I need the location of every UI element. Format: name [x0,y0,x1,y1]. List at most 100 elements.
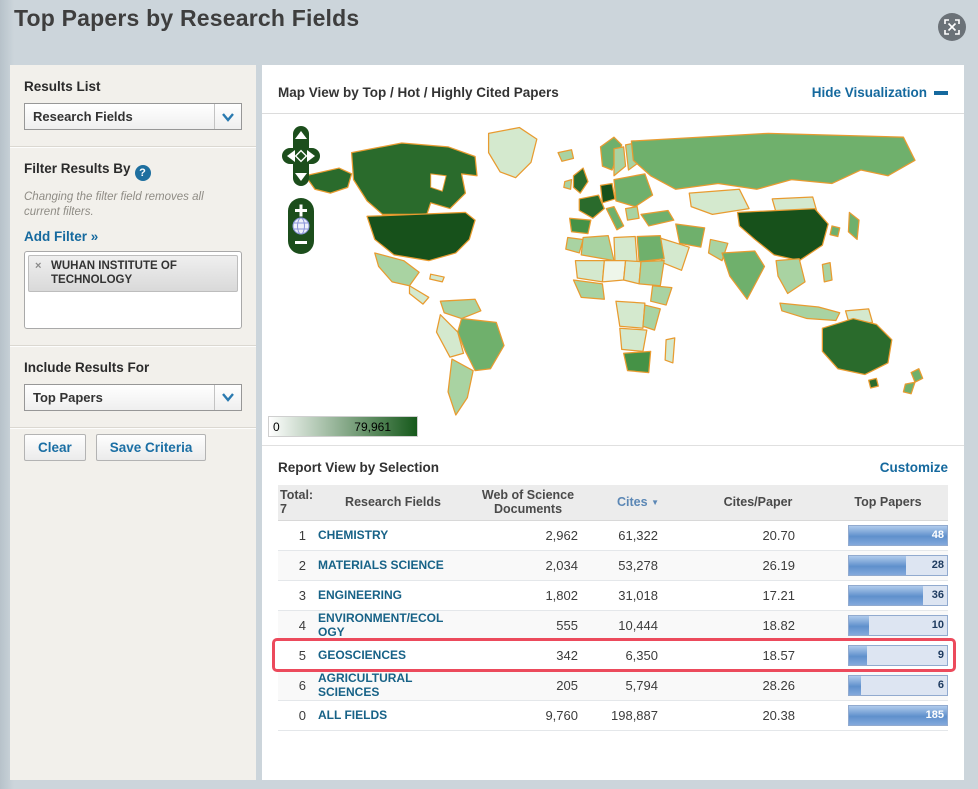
active-filters-box: × WUHAN INSTITUTE OF TECHNOLOGY [24,250,242,329]
remove-filter-icon[interactable]: × [35,260,41,274]
expand-icon [944,19,960,35]
pan-compass-control[interactable] [282,126,320,186]
bar-value: 48 [931,528,944,541]
page-title: Top Papers by Research Fields [14,5,360,31]
column-header-research-fields[interactable]: Research Fields [318,492,468,512]
field-link[interactable]: ENVIRONMENT/ECOLOGY [318,611,448,640]
top-papers-bar: 10 [848,614,948,636]
cites-per-paper-cell: 26.19 [762,557,795,573]
globe-icon [292,217,310,235]
rank-cell: 2 [298,557,306,573]
include-results-section: Include Results For Top Papers [10,346,256,428]
field-link[interactable]: AGRICULTURAL SCIENCES [318,671,448,700]
country-australia [821,317,893,376]
column-header-cites[interactable]: Cites ▼ [588,492,688,512]
table-row: 1 CHEMISTRY 2,962 61,322 20.70 48 [278,521,948,551]
help-icon[interactable]: ? [134,165,151,181]
legend-min-value: 0 [273,420,280,434]
column-header-top-papers[interactable]: Top Papers [828,492,948,512]
clear-button[interactable]: Clear [24,433,86,461]
country-nigeria [572,279,605,300]
wos-docs-cell: 9,760 [545,707,578,723]
bar-value: 36 [931,588,944,601]
filter-results-label: Filter Results By [24,161,131,176]
results-list-selected-value: Research Fields [33,109,133,124]
country-egypt [636,234,665,263]
bar-value: 28 [931,558,944,571]
field-link[interactable]: ALL FIELDS [318,708,448,722]
country-indonesia [779,302,841,322]
country-algeria [580,234,615,262]
top-papers-bar: 185 [848,704,948,726]
chevron-down-icon[interactable] [214,384,241,410]
hide-visualization-label: Hide Visualization [811,85,927,100]
bar-fill [849,615,870,635]
top-papers-bar: 9 [848,644,948,666]
country-kazakhstan [688,188,750,215]
cites-per-paper-cell: 20.70 [762,527,795,543]
include-results-selected-value: Top Papers [33,389,103,405]
country-brazil [457,317,505,372]
field-link[interactable]: ENGINEERING [318,588,448,602]
cites-cell: 198,887 [611,707,658,723]
collapse-minus-icon [934,90,948,95]
bar-value: 185 [925,708,944,721]
country-turkey [640,209,675,227]
field-link[interactable]: GEOSCIENCES [318,648,448,662]
filter-results-section: Filter Results By? Changing the filter f… [10,147,256,346]
table-row: 2 MATERIALS SCIENCE 2,034 53,278 26.19 2… [278,550,948,581]
bar-fill [849,675,862,695]
filter-chip[interactable]: × WUHAN INSTITUTE OF TECHNOLOGY [28,254,238,292]
top-papers-bar: 28 [848,554,948,576]
table-row: 0 ALL FIELDS 9,760 198,887 20.38 185 [278,701,948,731]
bar-fill [849,645,868,665]
country-italy [605,206,625,231]
cites-per-paper-cell: 28.26 [762,677,795,693]
rank-cell: 1 [298,527,306,543]
top-papers-bar: 48 [848,524,948,546]
results-list-heading: Results List [24,79,101,94]
report-view-title: Report View by Selection [278,460,440,475]
country-japan [847,211,860,241]
cites-cell: 53,278 [618,557,658,573]
wos-docs-cell: 555 [556,617,578,633]
table-row-highlighted: 5 GEOSCIENCES 342 6,350 18.57 9 [272,637,956,672]
table-row: 6 AGRICULTURAL SCIENCES 205 5,794 28.26 … [278,670,948,701]
results-list-dropdown[interactable]: Research Fields [24,103,242,130]
filter-chip-label: WUHAN INSTITUTE OF TECHNOLOGY [51,259,177,287]
bar-value: 9 [937,648,944,661]
table-row: 4 ENVIRONMENT/ECOLOGY 555 10,444 18.82 1… [278,610,948,641]
bar-value: 6 [937,678,944,691]
add-filter-link[interactable]: Add Filter » [24,229,98,244]
cites-cell: 6,350 [625,647,658,663]
field-link[interactable]: CHEMISTRY [318,528,448,542]
expand-button[interactable] [938,13,966,41]
table-header-row: Total: 7 Research Fields Web of Science … [278,485,948,521]
country-france [578,194,605,219]
top-papers-bar: 6 [848,674,948,696]
rank-cell: 3 [298,587,306,603]
zoom-control[interactable] [287,197,315,255]
wos-docs-cell: 2,034 [545,557,578,573]
hide-visualization-link[interactable]: Hide Visualization [812,85,948,100]
country-russia [630,132,916,190]
save-criteria-button[interactable]: Save Criteria [95,433,207,461]
chevron-down-icon[interactable] [214,104,241,129]
cites-label: Cites [617,495,648,510]
legend-max-value: 79,961 [354,420,391,434]
include-results-heading: Include Results For [24,359,150,375]
world-map[interactable] [286,118,942,440]
zoom-out-icon [295,241,307,244]
report-view-header: Report View by Selection Customize [262,446,964,485]
field-link[interactable]: MATERIALS SCIENCE [318,558,448,572]
country-madagascar [664,337,676,364]
include-results-dropdown[interactable]: Top Papers [24,383,242,411]
map-view-header: Map View by Top / Hot / Highly Cited Pap… [262,65,964,114]
map-controls [282,126,320,255]
country-india [721,250,766,300]
column-header-cites-per-paper[interactable]: Cites/Paper [688,492,828,512]
map-canvas: 0 79,961 [262,114,964,446]
column-header-wos-documents[interactable]: Web of Science Documents [468,485,588,520]
customize-link[interactable]: Customize [880,460,948,475]
page-header: Top Papers by Research Fields [0,0,978,56]
